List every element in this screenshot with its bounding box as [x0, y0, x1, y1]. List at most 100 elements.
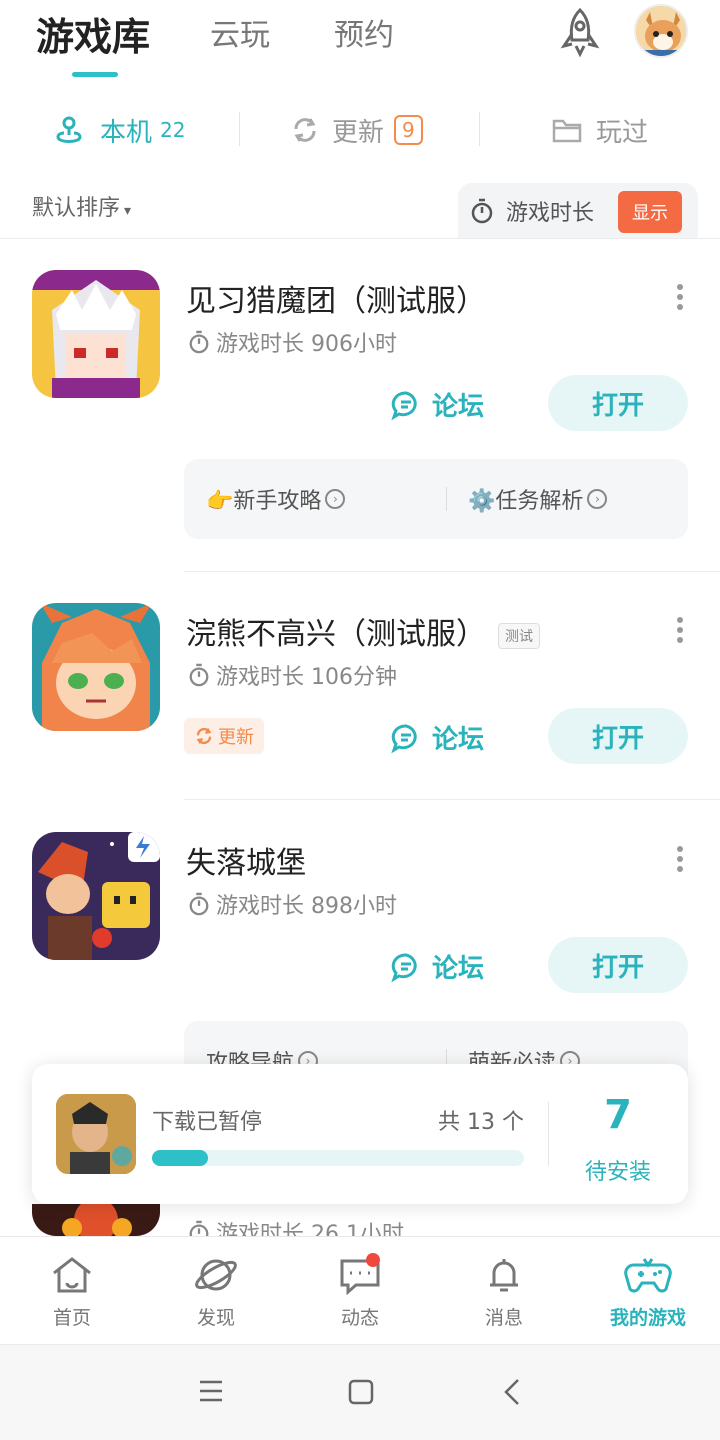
playtime-text: 游戏时长 26.1小时 [216, 1222, 404, 1236]
timer-icon [471, 198, 493, 224]
forum-label: 论坛 [432, 954, 485, 984]
divider [184, 571, 720, 572]
sort-label: 默认排序 [32, 196, 121, 221]
forum-button[interactable]: 论坛 [390, 719, 484, 756]
divider [239, 112, 240, 146]
show-playtime-button[interactable]: 显示 [618, 191, 682, 233]
game-icon[interactable] [32, 270, 160, 398]
download-count: 共 13 个 [438, 1110, 524, 1135]
update-label: 更新 [218, 727, 254, 748]
game-title-text: 浣熊不高兴（测试服） [186, 617, 486, 652]
download-progress-bar [152, 1150, 524, 1166]
active-tab-indicator [72, 72, 118, 77]
more-options-icon[interactable] [672, 844, 688, 874]
game-playtime: 游戏时长 906小时 [188, 326, 397, 358]
open-button[interactable]: 打开 [548, 937, 688, 993]
local-icon [56, 116, 82, 143]
nav-home[interactable]: 首页 [12, 1255, 132, 1330]
game-title[interactable]: 失落城堡 [186, 838, 306, 882]
game-icon[interactable] [32, 1204, 160, 1236]
avatar[interactable] [634, 4, 688, 58]
update-button[interactable]: 更新 [184, 718, 264, 754]
tab-cloud-play[interactable]: 云玩 [210, 10, 270, 54]
refresh-icon [196, 727, 212, 745]
guide-label: ⚙️任务解析 [468, 489, 584, 514]
timer-icon [189, 663, 209, 687]
local-count: 22 [160, 118, 186, 142]
nav-label: 消息 [484, 1307, 523, 1329]
bottom-nav: 首页 发现 动态 消息 我的游戏 [0, 1236, 720, 1344]
nav-feed[interactable]: 动态 [300, 1253, 420, 1330]
open-button[interactable]: 打开 [548, 375, 688, 431]
test-tag: 测试 [498, 622, 540, 649]
menu-icon[interactable] [198, 1379, 224, 1407]
nav-messages[interactable]: 消息 [444, 1255, 564, 1330]
top-tab-bar: 游戏库 云玩 预约 [0, 0, 720, 80]
forum-icon [391, 724, 417, 753]
game-playtime: 游戏时长 898小时 [188, 888, 397, 920]
sub-tab-updates[interactable]: 更新 9 [290, 110, 423, 150]
download-panel[interactable]: 下载已暂停 共 13 个 7 待安装 [32, 1064, 688, 1204]
download-progress-fill [152, 1150, 208, 1166]
bell-icon [490, 1259, 518, 1292]
home-square-icon[interactable] [348, 1379, 374, 1409]
game-playtime: 游戏时长 26.1小时 [188, 1216, 404, 1236]
playtime-text: 游戏时长 898小时 [216, 894, 397, 919]
sub-tab-played-label: 玩过 [596, 117, 649, 148]
refresh-icon [294, 118, 316, 142]
forum-label: 论坛 [432, 392, 485, 422]
nav-label: 动态 [340, 1307, 379, 1329]
divider [0, 238, 720, 239]
playtime-toggle-label: 游戏时长 [506, 201, 595, 226]
rocket-icon[interactable] [556, 6, 604, 58]
more-options-icon[interactable] [672, 615, 688, 645]
back-icon[interactable] [502, 1377, 522, 1411]
sub-tab-bar: 本机 22 更新 9 玩过 [0, 100, 720, 160]
chevron-right-icon: › [587, 489, 608, 509]
tab-reservation[interactable]: 预约 [334, 10, 394, 54]
timer-icon [189, 330, 209, 354]
game-icon[interactable] [32, 603, 160, 731]
caret-down-icon: ▾ [124, 203, 132, 219]
planet-icon [195, 1259, 237, 1291]
gamepad-icon [624, 1258, 672, 1293]
sort-dropdown[interactable]: 默认排序 ▾ [32, 190, 131, 222]
sub-tab-local[interactable]: 本机 22 [52, 110, 185, 150]
sub-tab-local-label: 本机 [100, 117, 153, 148]
game-title[interactable]: 见习猎魔团（测试服） [186, 276, 486, 320]
forum-label: 论坛 [432, 725, 485, 755]
pending-install-count[interactable]: 7 [548, 1092, 688, 1138]
forum-button[interactable]: 论坛 [390, 386, 484, 423]
guide-label: 👉新手攻略 [206, 489, 322, 514]
guide-link-tasks[interactable]: ⚙️任务解析 › [468, 483, 608, 515]
forum-icon [391, 391, 417, 420]
game-icon[interactable] [32, 832, 160, 960]
timer-icon [189, 892, 209, 916]
nav-label: 首页 [52, 1307, 91, 1329]
divider [446, 487, 447, 511]
update-count-badge: 9 [394, 115, 423, 145]
open-button[interactable]: 打开 [548, 708, 688, 764]
nav-my-games[interactable]: 我的游戏 [588, 1255, 708, 1330]
forum-icon [391, 953, 417, 982]
pending-install-label[interactable]: 待安装 [548, 1154, 688, 1186]
nav-discover[interactable]: 发现 [156, 1255, 276, 1330]
forum-button[interactable]: 论坛 [390, 948, 484, 985]
guide-links: 👉新手攻略 › ⚙️任务解析 › [184, 459, 688, 539]
game-title[interactable]: 浣熊不高兴（测试服） 测试 [186, 609, 540, 653]
sub-tab-played[interactable]: 玩过 [552, 110, 648, 150]
home-icon [53, 1257, 91, 1293]
playtime-text: 游戏时长 106分钟 [216, 665, 397, 690]
nav-label: 我的游戏 [609, 1307, 686, 1329]
tab-game-library[interactable]: 游戏库 [36, 6, 150, 61]
download-game-thumbnail [56, 1094, 136, 1174]
guide-link-beginner[interactable]: 👉新手攻略 › [206, 483, 346, 515]
playtime-toggle[interactable]: 游戏时长 显示 [458, 183, 698, 239]
chevron-right-icon: › [325, 489, 346, 509]
timer-icon [189, 1220, 209, 1236]
nav-label: 发现 [196, 1307, 235, 1329]
game-item: 游戏时长 26.1小时 [0, 1204, 720, 1236]
system-nav-bar [0, 1344, 720, 1440]
notification-dot [366, 1253, 380, 1267]
more-options-icon[interactable] [672, 282, 688, 312]
